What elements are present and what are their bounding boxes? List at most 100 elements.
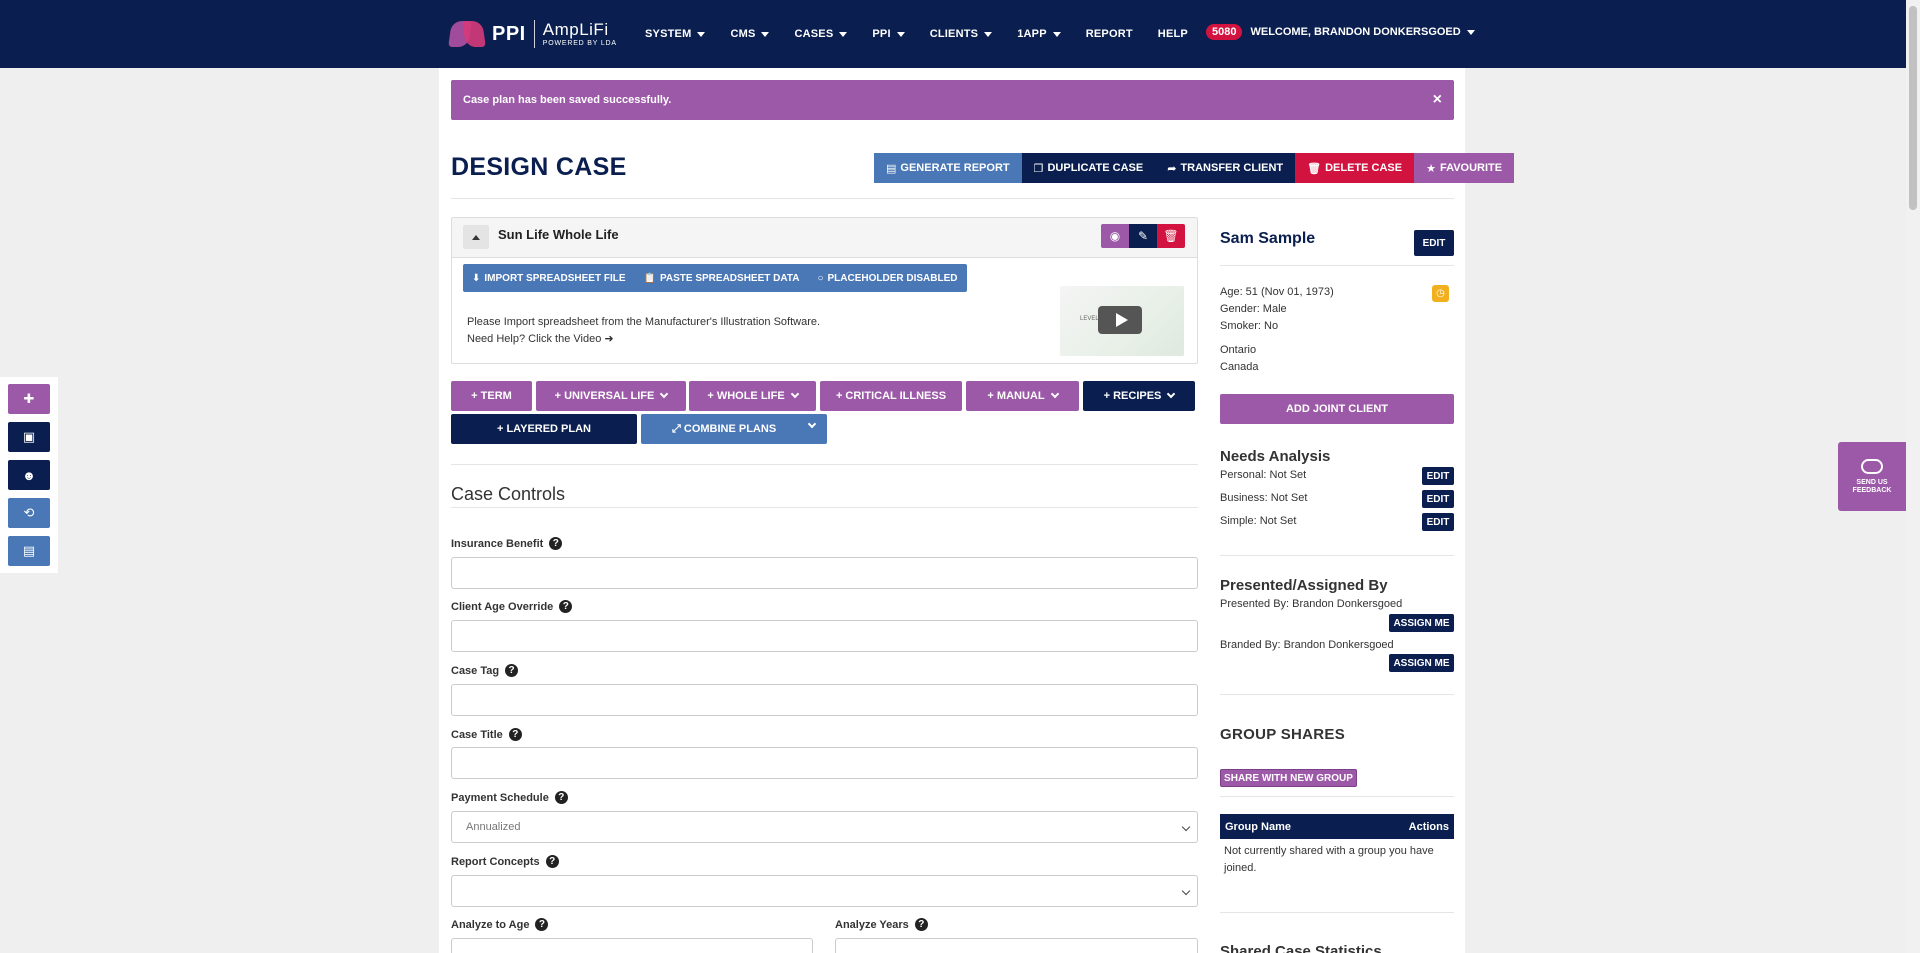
nav-ppi[interactable]: PPI: [872, 28, 905, 40]
notification-badge[interactable]: 5080: [1206, 24, 1243, 40]
add-icon[interactable]: ✚: [8, 384, 50, 414]
delete-case-button[interactable]: 🗑 DELETE CASE: [1295, 153, 1415, 183]
history-icon[interactable]: ⟲: [8, 498, 50, 528]
edit-simple-needs-button[interactable]: EDIT: [1422, 513, 1454, 531]
add-joint-client-button[interactable]: ADD JOINT CLIENT: [1220, 394, 1454, 424]
favourite-button[interactable]: ★ FAVOURITE: [1414, 153, 1515, 183]
edit-business-needs-button[interactable]: EDIT: [1422, 490, 1454, 508]
analyze-years-input[interactable]: [835, 938, 1198, 953]
play-icon[interactable]: [1098, 306, 1142, 334]
nav-cms[interactable]: CMS: [730, 28, 770, 40]
group-table-empty: Not currently shared with a group you ha…: [1224, 845, 1434, 874]
case-title-label: Case Title?: [451, 728, 522, 741]
user-menu[interactable]: 5080 WELCOME, BRANDON DONKERSGOED: [1206, 24, 1475, 40]
duplicate-case-button[interactable]: ❐ DUPLICATE CASE: [1021, 153, 1156, 183]
circle-icon: ○: [817, 272, 824, 284]
case-tag-label: Case Tag?: [451, 664, 519, 677]
logo-ppi-text: PPI: [492, 22, 526, 45]
import-spreadsheet-button[interactable]: ⬇ IMPORT SPREADSHEET FILE: [463, 273, 635, 284]
help-icon[interactable]: ?: [505, 664, 519, 677]
generate-report-button[interactable]: ▤ GENERATE REPORT: [874, 153, 1022, 183]
client-status-icon[interactable]: ◷: [1432, 285, 1449, 302]
ppi-amplifi-logo[interactable]: PPI AmpLiFi POWERED BY LDA: [448, 18, 617, 50]
clipboard-icon: 📋: [643, 272, 656, 284]
divider: [1220, 796, 1454, 797]
plan-instructions: Please Import spreadsheet from the Manuf…: [467, 314, 820, 348]
plan-card: Sun Life Whole Life ◉ ✎ 🗑 ⬇ IMPORT SPREAD…: [451, 217, 1198, 364]
transfer-client-button[interactable]: ➦ TRANSFER CLIENT: [1155, 153, 1296, 183]
edit-plan-button[interactable]: ✎: [1129, 224, 1157, 248]
payment-schedule-select[interactable]: Annualized: [451, 811, 1198, 843]
client-age-override-input[interactable]: [451, 620, 1198, 652]
placeholder-toggle-button[interactable]: ○ PLACEHOLDER DISABLED: [808, 273, 966, 284]
analyze-to-age-input[interactable]: [451, 938, 813, 953]
help-icon[interactable]: ?: [914, 918, 928, 931]
add-term-button[interactable]: + TERM: [451, 381, 532, 411]
nav-clients[interactable]: CLIENTS: [930, 28, 993, 40]
briefcase-icon[interactable]: ▣: [8, 422, 50, 452]
users-icon[interactable]: ☻: [8, 460, 50, 490]
combine-plans-button[interactable]: ⤢ COMBINE PLANS: [641, 414, 827, 444]
star-icon: ★: [1426, 162, 1436, 175]
nav-1app[interactable]: 1APP: [1017, 28, 1061, 40]
chart-area-icon[interactable]: ▤: [8, 536, 50, 566]
divider: [451, 198, 1454, 199]
compress-icon: ⤢: [672, 422, 681, 435]
help-icon[interactable]: ?: [549, 537, 563, 550]
edit-personal-needs-button[interactable]: EDIT: [1422, 467, 1454, 485]
nav-help[interactable]: HELP: [1158, 28, 1188, 40]
trash-icon: 🗑: [1163, 229, 1179, 243]
needs-analysis-title: Needs Analysis: [1220, 448, 1331, 465]
actions-column: Actions: [1408, 820, 1449, 833]
client-country: Canada: [1220, 361, 1259, 373]
analyze-years-label: Analyze Years?: [835, 918, 928, 931]
add-universal-life-button[interactable]: + UNIVERSAL LIFE: [536, 381, 686, 411]
caret-down-icon: [1052, 31, 1061, 37]
help-video-thumbnail[interactable]: LEVEL ANALYSIS: [1060, 286, 1184, 356]
case-title-input[interactable]: [451, 747, 1198, 779]
chevron-down-icon: [1167, 389, 1176, 399]
branded-by: Branded By: Brandon Donkersgoed: [1220, 639, 1394, 651]
help-icon[interactable]: ?: [508, 728, 522, 741]
help-icon[interactable]: ?: [535, 918, 549, 931]
help-icon[interactable]: ?: [545, 855, 559, 868]
share-with-new-group-button[interactable]: SHARE WITH NEW GROUP: [1220, 769, 1357, 787]
caret-down-icon: [1466, 29, 1475, 35]
shared-case-statistics-title: Shared Case Statistics: [1220, 943, 1382, 953]
divider: [1220, 912, 1454, 913]
plan-name: Sun Life Whole Life: [498, 227, 619, 242]
report-concepts-select[interactable]: [451, 875, 1198, 907]
add-layered-plan-button[interactable]: + LAYERED PLAN: [451, 414, 637, 444]
client-gender: Gender: Male: [1220, 303, 1287, 315]
add-manual-button[interactable]: + MANUAL: [966, 381, 1079, 411]
edit-client-button[interactable]: EDIT: [1414, 230, 1454, 256]
chevron-down-icon: [790, 389, 799, 399]
hide-plan-button[interactable]: ◉: [1101, 224, 1129, 248]
add-recipes-button[interactable]: + RECIPES: [1083, 381, 1195, 411]
scrollbar-thumb[interactable]: [1909, 6, 1917, 210]
case-tag-input[interactable]: [451, 684, 1198, 716]
video-help-link[interactable]: Need Help? Click the Video ➜: [467, 331, 820, 348]
assign-presenter-button[interactable]: ASSIGN ME: [1389, 614, 1454, 632]
needs-simple: Simple: Not Set: [1220, 515, 1297, 527]
collapse-button[interactable]: [463, 225, 489, 249]
paste-spreadsheet-button[interactable]: 📋 PASTE SPREADSHEET DATA: [635, 273, 809, 284]
nav-cases[interactable]: CASES: [794, 28, 848, 40]
insurance-benefit-input[interactable]: [451, 557, 1198, 589]
chevron-down-icon: [1050, 389, 1059, 399]
help-icon[interactable]: ?: [554, 791, 568, 804]
send-feedback-tab[interactable]: SEND US FEEDBACK: [1838, 442, 1906, 511]
nav-system[interactable]: SYSTEM: [645, 28, 706, 40]
delete-plan-button[interactable]: 🗑: [1157, 224, 1185, 248]
client-name: Sam Sample: [1220, 230, 1316, 247]
presented-by: Presented By: Brandon Donkersgoed: [1220, 598, 1403, 610]
add-critical-illness-button[interactable]: + CRITICAL ILLNESS: [820, 381, 962, 411]
client-smoker: Smoker: No: [1220, 320, 1279, 332]
main-menu: SYSTEM CMS CASES PPI CLIENTS 1APP REPORT…: [645, 0, 1213, 68]
add-whole-life-button[interactable]: + WHOLE LIFE: [689, 381, 816, 411]
nav-report[interactable]: REPORT: [1086, 28, 1133, 40]
assign-brand-button[interactable]: ASSIGN ME: [1389, 654, 1454, 672]
help-icon[interactable]: ?: [559, 600, 573, 613]
logo-amplifi-text: AmpLiFi: [542, 20, 609, 39]
close-icon[interactable]: ×: [1433, 91, 1442, 109]
